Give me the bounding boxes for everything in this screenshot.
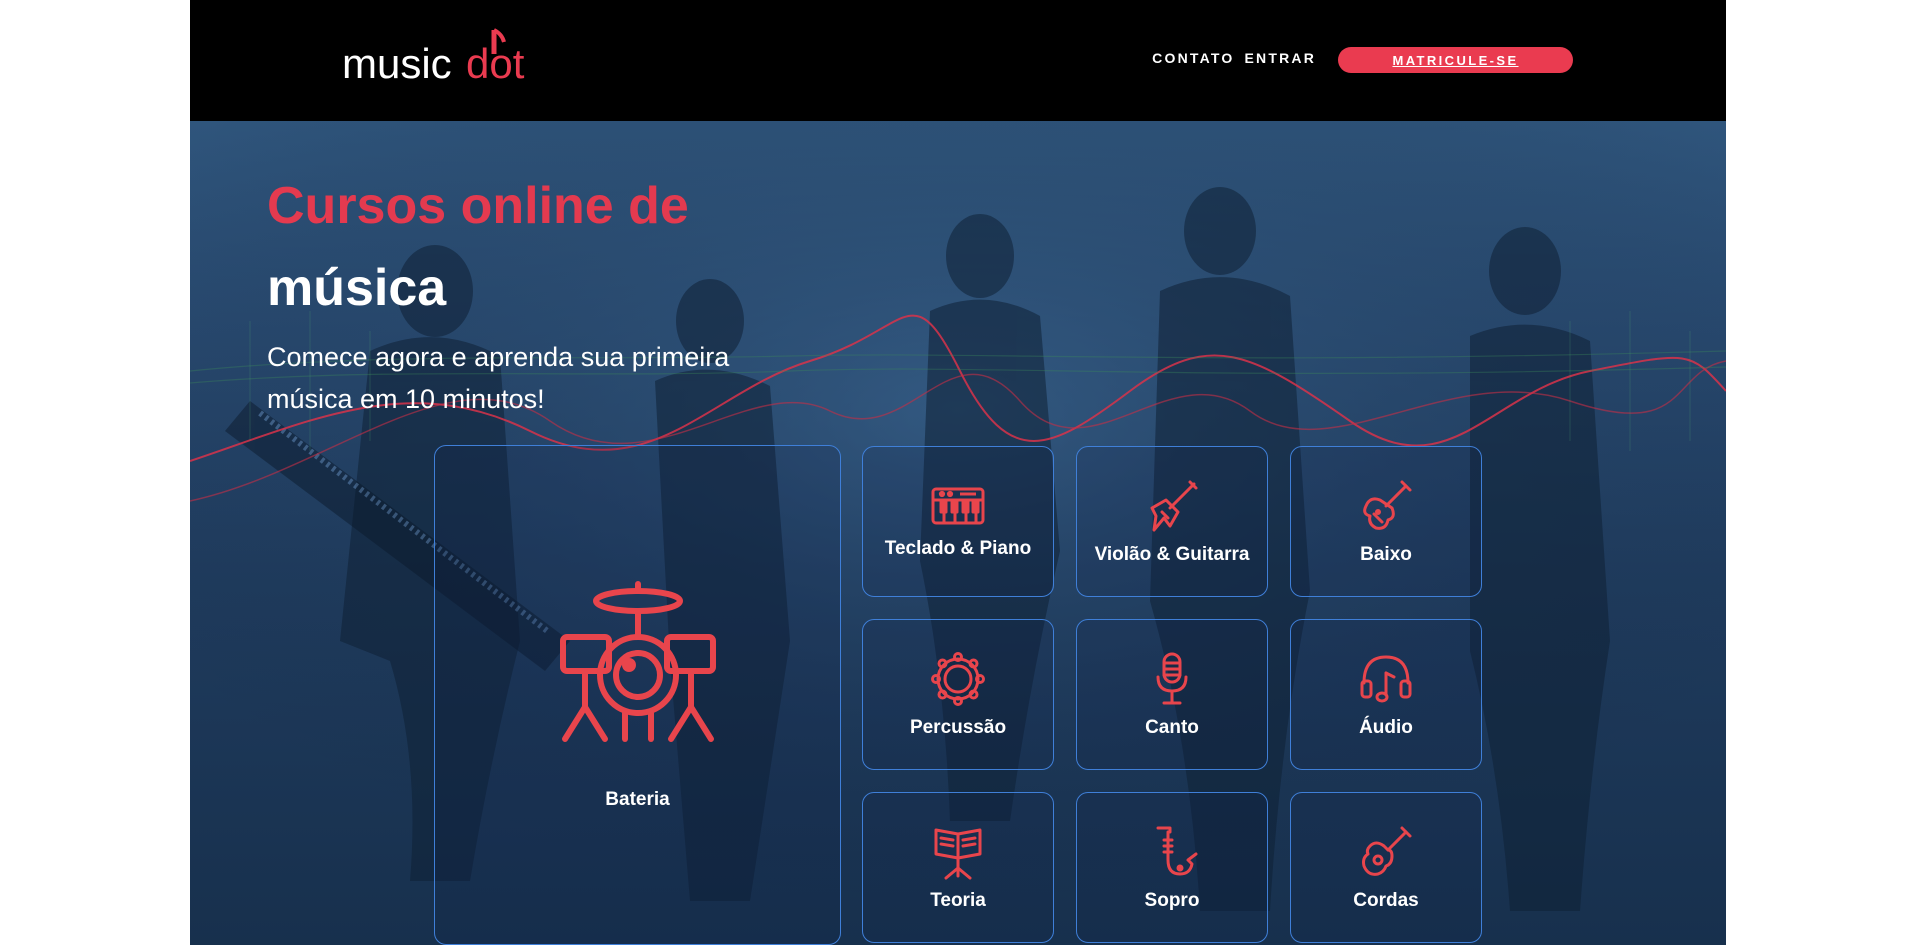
microphone-icon bbox=[1156, 652, 1188, 704]
saxophone-icon bbox=[1156, 826, 1198, 875]
course-card-violao-guitarra[interactable]: Violão & Guitarra bbox=[1076, 446, 1268, 597]
course-card-bateria[interactable]: Bateria bbox=[434, 445, 841, 945]
course-label-sopro: Sopro bbox=[1144, 889, 1200, 911]
logo-dot-note: dot bbox=[466, 28, 525, 86]
logo-text-music: music bbox=[342, 40, 452, 86]
tambourine-icon bbox=[931, 651, 985, 706]
course-card-audio[interactable]: Áudio bbox=[1290, 619, 1482, 770]
course-card-teoria[interactable]: Teoria bbox=[862, 792, 1054, 943]
course-label-bateria: Bateria bbox=[605, 789, 670, 810]
nav-link-entrar[interactable]: ENTRAR bbox=[1244, 50, 1316, 66]
course-card-percussao[interactable]: Percussão bbox=[862, 619, 1054, 770]
course-card-cordas[interactable]: Cordas bbox=[1290, 792, 1482, 943]
headphones-icon bbox=[1360, 655, 1412, 702]
course-label-baixo: Baixo bbox=[1360, 543, 1412, 565]
nav-link-contato[interactable]: CONTATO bbox=[1152, 50, 1234, 66]
course-label-percussao: Percussão bbox=[909, 716, 1007, 738]
drum-kit-icon bbox=[559, 581, 716, 742]
course-card-canto[interactable]: Canto bbox=[1076, 619, 1268, 770]
course-label-teclado-piano: Teclado & Piano bbox=[884, 537, 1032, 559]
ukulele-icon bbox=[1362, 826, 1412, 876]
page: music dot CONTATO ENTRAR MATRICULE-SE Cu… bbox=[190, 0, 1726, 945]
hero-title-line-1: Cursos online de bbox=[267, 177, 689, 235]
keyboard-icon bbox=[931, 487, 985, 524]
musicdot-logo[interactable]: music dot bbox=[342, 26, 552, 86]
bass-guitar-icon bbox=[1363, 480, 1412, 530]
electric-guitar-icon bbox=[1150, 480, 1198, 531]
top-navbar: music dot CONTATO ENTRAR MATRICULE-SE bbox=[190, 0, 1726, 121]
hero-title-line-2: música bbox=[267, 259, 447, 317]
course-label-teoria: Teoria bbox=[930, 889, 986, 911]
course-label-violao-guitarra: Violão & Guitarra bbox=[1094, 543, 1250, 565]
course-label-audio: Áudio bbox=[1359, 716, 1413, 738]
hero-subtitle: Comece agora e aprenda sua primeira músi… bbox=[267, 342, 730, 414]
course-label-cordas: Cordas bbox=[1353, 889, 1419, 911]
main-nav: CONTATO ENTRAR bbox=[1152, 50, 1316, 66]
music-stand-icon bbox=[934, 828, 982, 879]
course-card-sopro[interactable]: Sopro bbox=[1076, 792, 1268, 943]
hero-section: Cursos online de música Comece agora e a… bbox=[190, 121, 1726, 945]
course-label-canto: Canto bbox=[1145, 716, 1199, 738]
course-card-baixo[interactable]: Baixo bbox=[1290, 446, 1482, 597]
course-card-teclado-piano[interactable]: Teclado & Piano bbox=[862, 446, 1054, 597]
enroll-button[interactable]: MATRICULE-SE bbox=[1338, 47, 1573, 73]
